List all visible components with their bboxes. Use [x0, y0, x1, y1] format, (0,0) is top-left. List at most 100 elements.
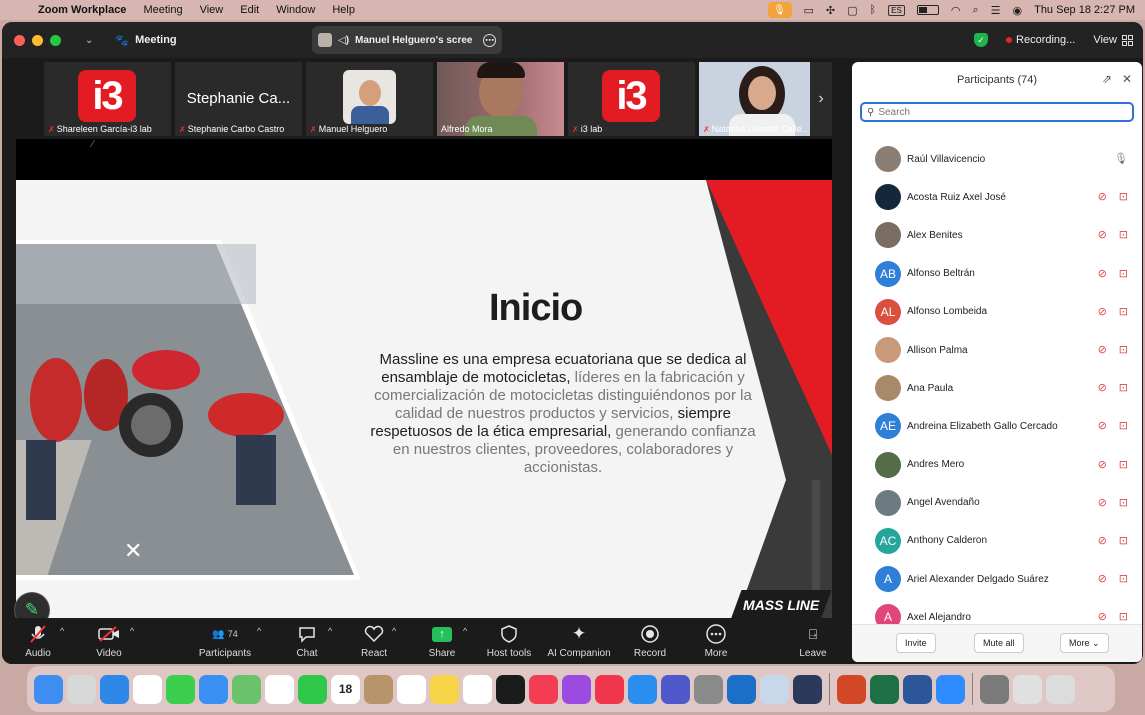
screen-icon[interactable]: ▢: [847, 4, 857, 17]
dock-mail-icon[interactable]: [199, 674, 228, 704]
participant-row[interactable]: Andres Mero ⊘ ⊡: [852, 446, 1142, 484]
dock-appstore-icon[interactable]: [628, 674, 657, 704]
security-shield-icon[interactable]: ✓: [974, 33, 989, 47]
dock-notes-icon[interactable]: [430, 674, 459, 704]
puzzle-icon[interactable]: ✣: [826, 4, 835, 17]
participant-row[interactable]: A Ariel Alexander Delgado Suárez ⊘ ⊡: [852, 560, 1142, 598]
leave-button[interactable]: ⍈ Leave: [778, 622, 848, 660]
dock-chrome-icon[interactable]: [133, 674, 162, 704]
video-off-icon[interactable]: ⊡: [1119, 228, 1128, 241]
participant-row[interactable]: AL Alfonso Lombeida ⊘ ⊡: [852, 293, 1142, 331]
mic-off-icon[interactable]: ⊘: [1098, 419, 1107, 432]
participant-row[interactable]: AB Alfonso Beltrán ⊘ ⊡: [852, 255, 1142, 293]
video-off-icon[interactable]: ⊡: [1119, 419, 1128, 432]
battery-icon[interactable]: [916, 5, 939, 15]
invite-button[interactable]: Invite: [896, 633, 936, 653]
ai-companion-button[interactable]: ✦ AI Companion: [544, 622, 614, 659]
wifi-icon[interactable]: ◠: [951, 4, 961, 17]
dock-launchpad-icon[interactable]: [67, 674, 96, 704]
video-tile[interactable]: Stephanie Ca... ✗ Stephanie Carbo Castro: [175, 62, 302, 136]
video-off-icon[interactable]: ⊡: [1119, 458, 1128, 471]
dock-safari-icon[interactable]: [100, 674, 129, 704]
menu-clock[interactable]: Thu Sep 18 2:27 PM: [1034, 4, 1135, 16]
dock-music-icon[interactable]: [529, 674, 558, 704]
video-off-icon[interactable]: ⊡: [1119, 381, 1128, 394]
video-tile[interactable]: ✗ Manuel Helguero: [306, 62, 433, 136]
video-tile[interactable]: i3 ✗ Shareleen García-i3 lab: [44, 62, 171, 136]
video-off-icon[interactable]: ⊡: [1119, 534, 1128, 547]
dock-zoom-icon[interactable]: [936, 674, 965, 704]
video-off-icon[interactable]: ⊡: [1119, 343, 1128, 356]
dock-news-icon[interactable]: [595, 674, 624, 704]
spotlight-search-icon[interactable]: ⌕: [972, 4, 978, 17]
participants-options-caret-icon[interactable]: ^: [257, 626, 261, 636]
participant-row[interactable]: AE Andreina Elizabeth Gallo Cercado ⊘ ⊡: [852, 407, 1142, 445]
screen-share-tab[interactable]: ◁) Manuel Helguero's scree ⋯: [312, 26, 502, 54]
dock-messages-icon[interactable]: [166, 674, 195, 704]
mic-off-icon[interactable]: ⊘: [1098, 534, 1107, 547]
dock-outlook-icon[interactable]: [727, 674, 756, 704]
dock-facetime-icon[interactable]: [298, 674, 327, 704]
participant-row[interactable]: Allison Palma ⊘ ⊡: [852, 331, 1142, 369]
mic-off-icon[interactable]: ⊘: [1098, 267, 1107, 280]
pop-out-icon[interactable]: ⇗: [1102, 72, 1112, 86]
chevron-down-icon[interactable]: ⌄: [85, 35, 93, 46]
dock-fes-icon[interactable]: [793, 674, 822, 704]
host-tools-button[interactable]: Host tools: [474, 622, 544, 659]
mic-off-icon[interactable]: ⊘: [1098, 610, 1107, 623]
dock-excel-icon[interactable]: [870, 674, 899, 704]
participant-row[interactable]: Alex Benites ⊘ ⊡: [852, 216, 1142, 254]
dock-photos-icon[interactable]: [265, 674, 294, 704]
participant-row[interactable]: Raúl Villavicencio 🎙︎: [852, 140, 1142, 178]
video-off-icon[interactable]: ⊡: [1119, 496, 1128, 509]
menu-edit[interactable]: Edit: [240, 4, 259, 16]
video-tile-active-speaker[interactable]: Alfredo Mora: [437, 62, 564, 136]
mic-off-icon[interactable]: ⊘: [1098, 190, 1107, 203]
dock-reminders-icon[interactable]: [397, 674, 426, 704]
menu-meeting[interactable]: Meeting: [143, 4, 182, 16]
video-tile[interactable]: i3 ✗ i3 lab: [568, 62, 695, 136]
dock-contacts-icon[interactable]: [364, 674, 393, 704]
view-button[interactable]: View: [1093, 34, 1133, 46]
menu-window[interactable]: Window: [276, 4, 315, 16]
video-tile[interactable]: ✗ Natasha Lissette Calle...: [699, 62, 826, 136]
video-off-icon[interactable]: ⊡: [1119, 190, 1128, 203]
dock-word-icon[interactable]: [903, 674, 932, 704]
more-options-icon[interactable]: ⋯: [483, 33, 496, 47]
bluetooth-icon[interactable]: ᛒ: [870, 4, 877, 16]
audio-options-caret-icon[interactable]: ^: [60, 626, 64, 636]
more-options-button[interactable]: More ⌄: [1060, 633, 1109, 653]
fullscreen-window-button[interactable]: [50, 34, 61, 46]
apple-icon[interactable]: [14, 3, 28, 17]
close-icon[interactable]: ✕: [1122, 72, 1132, 86]
video-options-caret-icon[interactable]: ^: [130, 626, 134, 636]
mic-off-icon[interactable]: ⊘: [1098, 343, 1107, 356]
keyboard-input-indicator[interactable]: ES: [888, 4, 905, 16]
react-button[interactable]: React: [339, 622, 409, 659]
dock-maps-icon[interactable]: [232, 674, 261, 704]
participant-row[interactable]: AC Anthony Calderon ⊘ ⊡: [852, 522, 1142, 560]
share-options-caret-icon[interactable]: ^: [463, 626, 467, 636]
chat-options-caret-icon[interactable]: ^: [328, 626, 332, 636]
mic-off-icon[interactable]: ⊘: [1098, 228, 1107, 241]
menu-help[interactable]: Help: [332, 4, 355, 16]
participant-row[interactable]: Acosta Ruiz Axel José ⊘ ⊡: [852, 178, 1142, 216]
menu-app-name[interactable]: Zoom Workplace: [38, 4, 126, 16]
participant-search[interactable]: ⚲: [860, 102, 1134, 122]
video-off-icon[interactable]: ⊡: [1119, 610, 1128, 623]
search-input[interactable]: [878, 106, 1119, 118]
dock-teams-icon[interactable]: [661, 674, 690, 704]
recording-indicator[interactable]: Recording...: [1006, 34, 1075, 46]
close-window-button[interactable]: [14, 34, 25, 46]
microphone-in-use-icon[interactable]: 🎙: [767, 2, 792, 18]
zoom-tray-icon[interactable]: ▭: [804, 4, 814, 17]
video-off-icon[interactable]: ⊡: [1119, 267, 1128, 280]
dock-preview-icon[interactable]: [760, 674, 789, 704]
mic-off-icon[interactable]: ⊘: [1098, 305, 1107, 318]
dock-tv-icon[interactable]: [496, 674, 525, 704]
meeting-info[interactable]: 🐾 Meeting: [115, 34, 176, 47]
participant-row[interactable]: Angel Avendaño ⊘ ⊡: [852, 484, 1142, 522]
dock-files-icon[interactable]: [1013, 674, 1042, 704]
dock-podcasts-icon[interactable]: [562, 674, 591, 704]
mic-off-icon[interactable]: ⊘: [1098, 572, 1107, 585]
